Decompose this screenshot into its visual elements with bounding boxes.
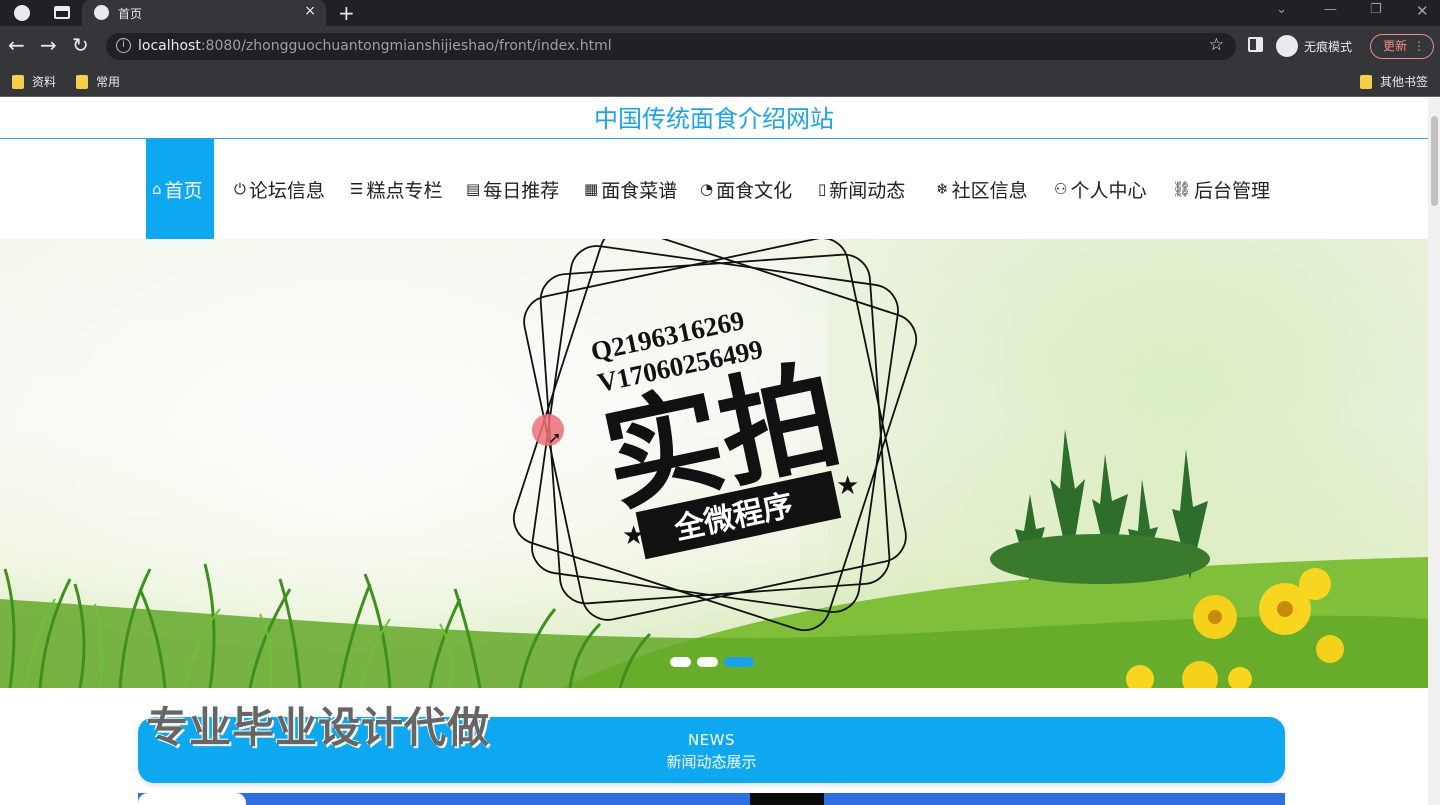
url-host: localhost (138, 38, 201, 54)
nav-item-forum[interactable]: ⏻ 论坛信息 (234, 139, 325, 239)
new-tab-button[interactable]: + (338, 1, 355, 25)
nav-label: 面食文化 (716, 179, 793, 202)
bookmark-label: 资料 (32, 75, 57, 89)
news-thumb[interactable] (138, 793, 246, 805)
nav-label: 糕点专栏 (366, 179, 443, 202)
news-thumb[interactable] (750, 793, 824, 805)
bookmark-label: 常用 (96, 75, 121, 89)
nav-item-home[interactable]: ⌂ 首页 (146, 139, 214, 239)
browser-tab-strip: 首页 × + ⌄ — ❐ ✕ (0, 0, 1440, 26)
tree-cluster (990, 429, 1210, 584)
power-icon: ⏻ (234, 180, 246, 198)
nav-label: 论坛信息 (248, 179, 325, 202)
tab-title: 首页 (118, 7, 143, 21)
nav-item-recipes[interactable]: ▦ 面食菜谱 (584, 139, 677, 239)
bookmarks-bar: 资料 常用 其他书签 (0, 66, 1440, 97)
banner-carousel[interactable]: Q2196316269 V17060256499 实拍 全微程序 ★ ★ (0, 239, 1428, 688)
dashboard-icon: ◔ (700, 180, 714, 198)
forward-arrow-icon[interactable]: → (40, 34, 57, 56)
carousel-dot-3[interactable] (724, 657, 754, 667)
incognito-icon (1276, 35, 1298, 57)
main-nav: ⌂ 首页 ⏻ 论坛信息 ☰ 糕点专栏 ▤ 每日推荐 ▦ 面食菜谱 ◔ 面食文化 ▯ 新闻动态 … (0, 139, 1428, 239)
nav-item-news[interactable]: ▯ 新闻动态 (818, 139, 905, 239)
nav-item-admin[interactable]: ⛓ 后台管理 (1172, 139, 1270, 239)
url-text[interactable]: localhost:8080/zhongguochuantongmianshij… (138, 38, 612, 54)
link-icon: ⛓ (1172, 180, 1192, 198)
layers-icon: ☰ (350, 180, 364, 198)
url-path: :8080/zhongguochuantongmianshijieshao/fr… (200, 38, 612, 54)
nav-item-community[interactable]: ❄ 社区信息 (936, 139, 1028, 239)
home-icon: ⌂ (152, 180, 162, 198)
nav-item-profile[interactable]: ⚇ 个人中心 (1054, 139, 1146, 239)
star-icon: ★ (622, 521, 645, 551)
banner-scene: Q2196316269 V17060256499 实拍 全微程序 ★ ★ (0, 239, 1428, 688)
nav-label: 社区信息 (951, 179, 1028, 202)
snowflake-icon: ❄ (936, 180, 949, 198)
folder-icon (76, 74, 88, 89)
update-button[interactable]: 更新 ⋮ (1370, 34, 1434, 59)
grid-icon: ▦ (584, 180, 599, 198)
update-label: 更新 (1383, 39, 1408, 53)
mouse-pointer-icon: ➚ (548, 428, 562, 447)
bookmark-star-icon[interactable]: ☆ (1209, 35, 1224, 55)
globe-icon[interactable] (14, 5, 30, 21)
nav-label: 个人中心 (1070, 179, 1147, 202)
nav-item-daily[interactable]: ▤ 每日推荐 (466, 139, 559, 239)
back-arrow-icon[interactable]: ← (8, 34, 25, 56)
tab-search-icon[interactable] (54, 6, 70, 19)
more-menu-icon[interactable]: ⋮ (1413, 35, 1425, 58)
incognito-label: 无痕模式 (1304, 39, 1353, 54)
incognito-indicator[interactable]: 无痕模式 (1276, 35, 1352, 57)
nav-label: 新闻动态 (829, 179, 906, 202)
other-bookmarks-folder[interactable]: 其他书签 (1360, 73, 1428, 90)
carousel-dot-2[interactable] (697, 657, 718, 667)
address-bar[interactable]: i localhost:8080/zhongguochuantongmiansh… (106, 33, 1236, 60)
restore-icon[interactable]: ❐ (1370, 2, 1382, 17)
nav-item-pastry[interactable]: ☰ 糕点专栏 (350, 139, 442, 239)
video-icon: ▯ (818, 180, 827, 198)
site-info-icon[interactable]: i (116, 38, 131, 53)
other-bookmarks-label: 其他书签 (1380, 75, 1429, 89)
tab-home[interactable]: 首页 × (82, 0, 326, 26)
nav-label: 面食菜谱 (601, 179, 678, 202)
user-icon: ⚇ (1054, 180, 1068, 198)
site-header: 中国传统面食介绍网站 (0, 98, 1428, 139)
window-close-icon[interactable]: ✕ (1416, 2, 1429, 20)
chevron-down-icon[interactable]: ⌄ (1276, 2, 1287, 17)
watermark-text: 专业毕业设计代做 (146, 703, 491, 752)
nav-label: 后台管理 (1194, 179, 1271, 202)
calendar-icon: ▤ (466, 180, 481, 198)
favicon-globe-icon (94, 5, 109, 20)
folder-icon (1360, 74, 1372, 89)
browser-toolbar: ← → ↻ i localhost:8080/zhongguochuantong… (0, 26, 1440, 66)
folder-icon (12, 74, 24, 89)
minimize-icon[interactable]: — (1324, 2, 1337, 17)
bookmark-folder-ziliao[interactable]: 资料 (12, 73, 56, 90)
reload-icon[interactable]: ↻ (72, 34, 89, 56)
nav-item-culture[interactable]: ◔ 面食文化 (700, 139, 792, 239)
nav-label: 首页 (164, 179, 203, 202)
site-title: 中国传统面食介绍网站 (594, 105, 834, 133)
star-icon: ★ (836, 471, 859, 501)
news-thumbnails (138, 793, 1285, 805)
scrollbar-thumb[interactable] (1431, 116, 1438, 206)
nav-label: 每日推荐 (483, 179, 560, 202)
side-panel-icon[interactable] (1248, 37, 1263, 52)
carousel-indicators (670, 657, 754, 667)
carousel-dot-1[interactable] (670, 657, 691, 667)
close-tab-icon[interactable]: × (304, 3, 316, 19)
bookmark-folder-changyong[interactable]: 常用 (76, 73, 120, 90)
